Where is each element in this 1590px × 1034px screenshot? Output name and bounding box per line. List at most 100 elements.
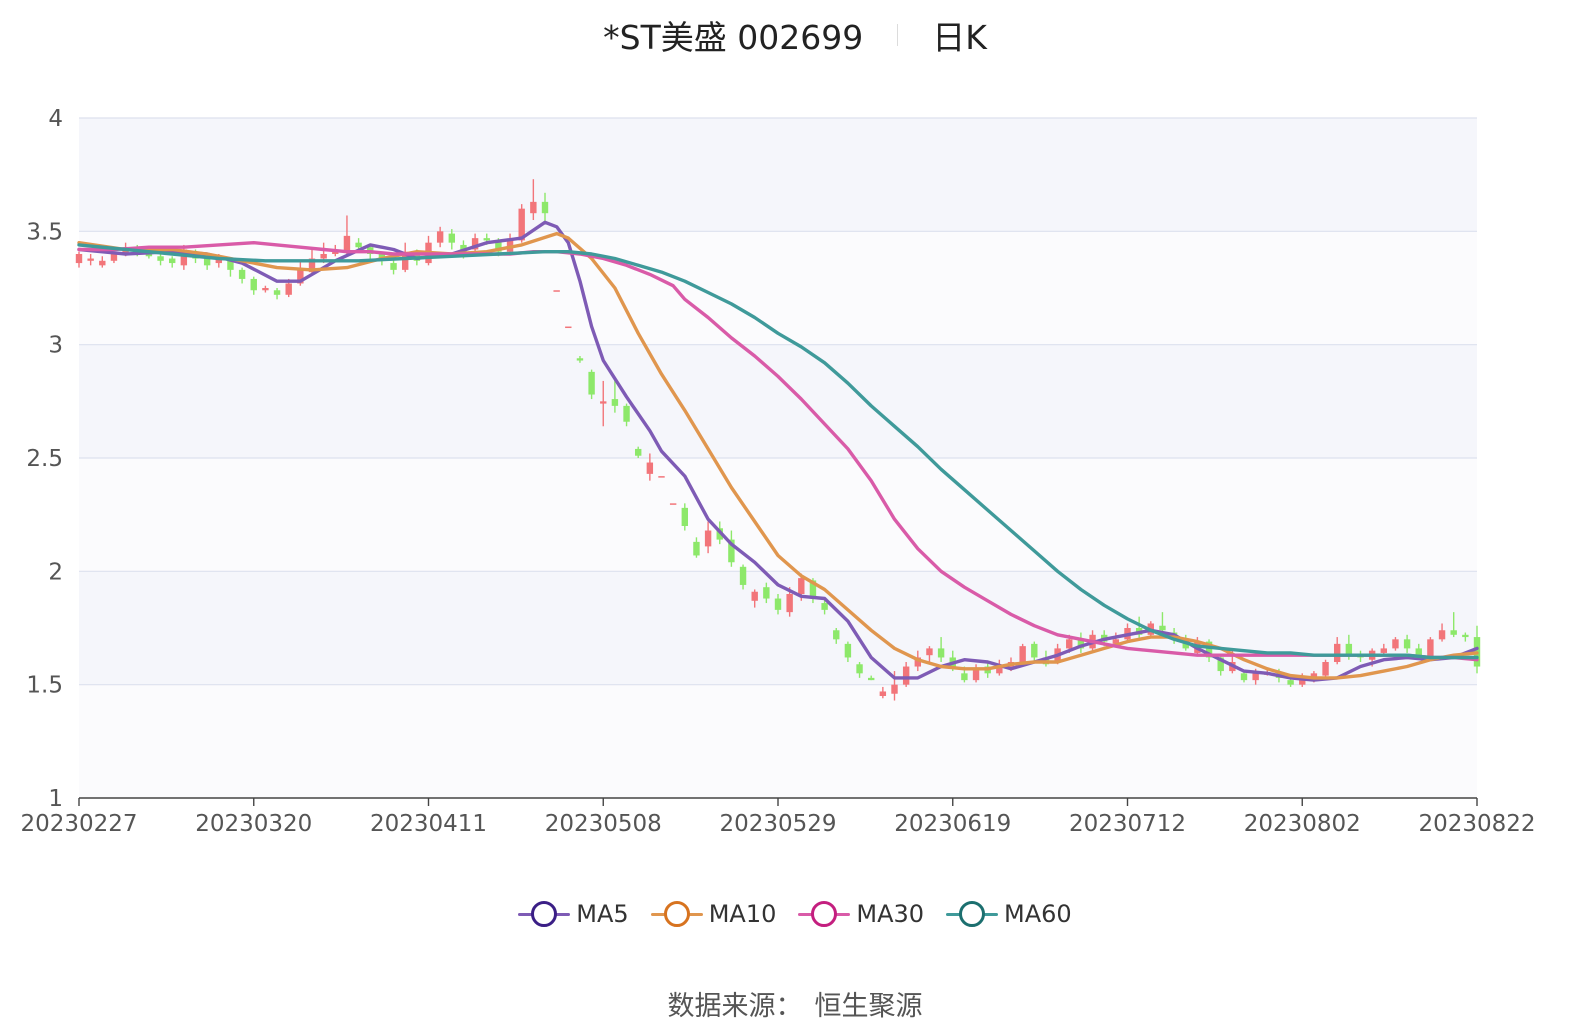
candle-body (751, 591, 758, 601)
x-tick-label: 20230227 (20, 811, 137, 837)
candle-body (833, 630, 840, 640)
candle-body (774, 598, 782, 610)
candle-body (530, 201, 537, 214)
candle-body (1380, 648, 1388, 653)
y-tick-label: 3 (48, 333, 63, 359)
candle-body (1159, 625, 1166, 631)
candle-body (1427, 639, 1434, 658)
candle-body (798, 578, 805, 594)
candle-body (623, 405, 630, 422)
y-tick-label: 2 (48, 559, 63, 585)
candle-body (565, 326, 572, 329)
x-tick-label: 20230529 (719, 811, 836, 837)
candle-body (937, 648, 945, 658)
candle-body (1240, 673, 1248, 681)
legend-item-ma60[interactable]: MA60 (946, 900, 1072, 928)
candle-body (75, 254, 83, 264)
legend-label: MA5 (576, 900, 629, 928)
candle-body (1333, 643, 1341, 662)
candle-body (611, 399, 619, 406)
x-tick-label: 20230619 (894, 811, 1011, 837)
legend-item-ma30[interactable]: MA30 (798, 900, 924, 928)
candle-body (926, 648, 933, 656)
candle-body (646, 462, 654, 474)
candle-body (343, 235, 351, 252)
legend-ring (959, 901, 986, 927)
candle-body (600, 401, 607, 404)
candle-body (262, 288, 269, 291)
y-tick-label: 1 (48, 786, 63, 812)
candle-body (541, 201, 549, 214)
candlestick-chart: 11.522.533.54 20230227 20230320 20230411 20… (20, 106, 1536, 837)
x-tick-label: 20230712 (1069, 811, 1186, 837)
y-axis: 1 1.5 2 2.5 3 3.5 4 (26, 106, 63, 812)
candle-body (238, 269, 246, 279)
legend-ring (531, 901, 558, 927)
x-tick-label: 20230508 (545, 811, 662, 837)
candle-body (739, 566, 747, 585)
legend-label: MA10 (708, 900, 777, 928)
candle-body (902, 666, 910, 685)
y-tick-label: 4 (48, 106, 63, 132)
candle-body (856, 664, 863, 674)
candle-body (168, 258, 176, 264)
candle-body (576, 358, 584, 361)
candle-body (693, 541, 700, 556)
candle-body (203, 258, 211, 266)
y-tick-label: 3.5 (26, 219, 63, 245)
legend-marker-ma60 (946, 901, 999, 927)
candle-body (961, 673, 968, 681)
plot-band (79, 684, 1477, 798)
candle-body (320, 254, 327, 259)
candle-body (448, 233, 456, 243)
candle-body (588, 371, 595, 395)
legend-ring (811, 901, 838, 927)
candle-body (390, 263, 397, 270)
legend-marker-ma30 (798, 901, 851, 927)
candle-body (1066, 639, 1073, 649)
candle-body (355, 242, 362, 248)
source-label: 数据来源： (667, 991, 803, 1022)
candle-body (704, 530, 712, 547)
candle-body (285, 283, 292, 295)
plot-band (79, 344, 1477, 458)
candle-body (1392, 639, 1399, 649)
x-tick-label: 20230411 (370, 811, 487, 837)
candle-body (867, 677, 875, 681)
candle-body (1450, 630, 1457, 635)
x-tick-label: 20230320 (195, 811, 312, 837)
candle-body (786, 594, 793, 613)
candle-body (87, 258, 94, 261)
candle-body (1031, 643, 1038, 658)
candle-body (1287, 680, 1294, 685)
candle-body (483, 238, 490, 241)
candle-body (658, 476, 665, 478)
candle-body (157, 256, 164, 261)
legend-marker-ma5 (518, 901, 571, 927)
candle-body (1403, 639, 1411, 649)
candle-body (1322, 662, 1329, 676)
x-tick-label: 20230822 (1418, 811, 1535, 837)
x-axis: 20230227 20230320 20230411 20230508 20230529… (20, 797, 1536, 837)
candle-body (436, 231, 444, 243)
candle-body (891, 684, 898, 694)
legend-item-ma5[interactable]: MA5 (518, 900, 629, 928)
data-source: 数据来源： 恒生聚源 (0, 984, 1590, 1023)
y-tick-label: 1.5 (26, 673, 63, 699)
candle-body (1438, 630, 1446, 640)
plot-band (79, 118, 1477, 232)
candle-body (821, 603, 828, 610)
candle-body (634, 448, 642, 456)
legend-ring (663, 901, 690, 927)
y-tick-label: 2.5 (26, 446, 63, 472)
candle-body (879, 691, 887, 696)
x-tick-label: 20230802 (1244, 811, 1361, 837)
candle-body (110, 254, 118, 261)
legend: MA5 MA10 MA30 MA60 (0, 900, 1590, 928)
candle-body (681, 507, 689, 526)
candle-body (669, 503, 677, 505)
candle-body (844, 643, 852, 658)
legend-item-ma10[interactable]: MA10 (650, 900, 777, 928)
legend-label: MA60 (1004, 900, 1072, 928)
legend-marker-ma10 (650, 901, 703, 927)
